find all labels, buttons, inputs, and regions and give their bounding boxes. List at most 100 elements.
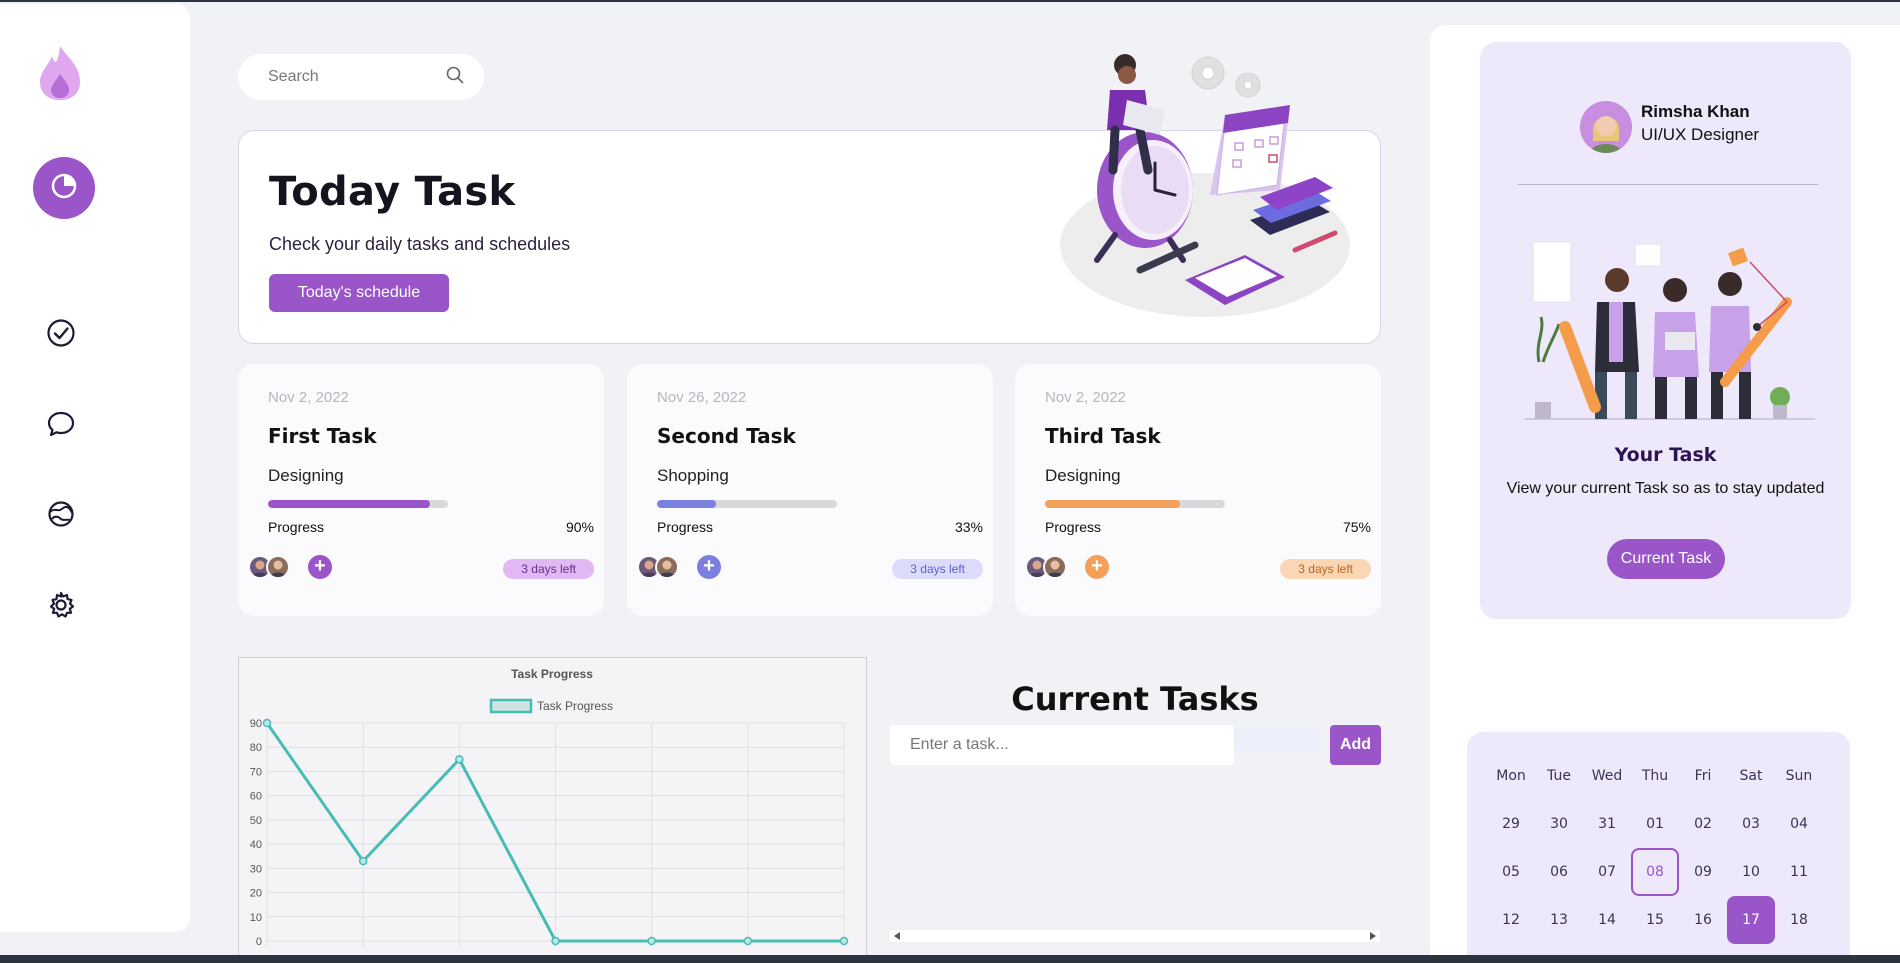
calendar-day[interactable]: 04	[1775, 800, 1823, 848]
team-illustration	[1525, 232, 1815, 422]
search-bar[interactable]	[238, 54, 484, 100]
calendar-day[interactable]: 16	[1679, 896, 1727, 944]
search-input[interactable]	[268, 68, 428, 86]
calendar-day[interactable]: 18	[1775, 896, 1823, 944]
y-tick-label: 90	[250, 718, 262, 730]
weekday-header: Mon	[1496, 768, 1526, 784]
calendar: Mon Tue Wed Thu Fri Sat Sun 29 30 31 01 02 03 04 05 06 0…	[1467, 732, 1850, 963]
page-title: Today Task	[269, 169, 516, 215]
todays-schedule-button[interactable]: Today's schedule	[269, 274, 449, 312]
calendar-day[interactable]: 11	[1775, 848, 1823, 896]
days-left-badge: 3 days left	[503, 559, 594, 579]
progress-bar	[657, 500, 837, 508]
assignee-avatars	[248, 555, 290, 579]
calendar-day[interactable]: 01	[1631, 800, 1679, 848]
calendar-day[interactable]: 12	[1487, 896, 1535, 944]
line-chart-svg: Task Progress Task Progress 0 10 20 30 40 50 6…	[250, 667, 849, 948]
calendar-day[interactable]: 29	[1487, 800, 1535, 848]
globe-icon	[46, 499, 76, 534]
calendar-day[interactable]: 14	[1583, 896, 1631, 944]
task-title: Second Task	[657, 424, 796, 448]
data-point[interactable]	[839, 936, 849, 946]
divider	[1518, 184, 1818, 185]
data-point[interactable]	[647, 936, 656, 946]
calendar-day[interactable]: 30	[1535, 800, 1583, 848]
chat-bubble-icon	[46, 409, 76, 444]
task-title: Third Task	[1045, 424, 1161, 448]
task-date: Nov 2, 2022	[1045, 389, 1126, 406]
progress-label: Progress	[1045, 519, 1102, 535]
weekday-header: Sat	[1739, 768, 1763, 784]
chart-title: Task Progress	[511, 667, 593, 681]
task-progress-chart: Task Progress Task Progress 0 10 20 30 40 50 6…	[238, 657, 867, 957]
check-circle-icon	[46, 318, 76, 353]
weekday-header: Thu	[1641, 768, 1669, 784]
calendar-day[interactable]: 31	[1583, 800, 1631, 848]
calendar-day[interactable]: 06	[1535, 848, 1583, 896]
data-point[interactable]	[262, 718, 272, 728]
task-card-second[interactable]: Nov 26, 2022 Second Task Shopping Progre…	[627, 364, 993, 616]
task-card-third[interactable]: Nov 2, 2022 Third Task Designing Progres…	[1015, 364, 1381, 616]
y-tick-label: 10	[250, 912, 262, 924]
calendar-day[interactable]: 15	[1631, 896, 1679, 944]
add-task-button[interactable]: Add	[1330, 725, 1381, 765]
task-input[interactable]	[890, 725, 1234, 765]
data-point[interactable]	[551, 936, 560, 946]
task-date: Nov 2, 2022	[268, 389, 349, 406]
calendar-day[interactable]: 02	[1679, 800, 1727, 848]
progress-bar	[268, 500, 448, 508]
top-window-border	[0, 0, 1900, 2]
y-tick-label: 0	[256, 936, 262, 948]
y-tick-label: 70	[250, 766, 262, 778]
task-category: Shopping	[657, 466, 729, 485]
flame-logo-icon[interactable]	[38, 44, 82, 102]
your-task-title: Your Task	[1614, 444, 1717, 466]
task-card-first[interactable]: Nov 2, 2022 First Task Designing Progres…	[238, 364, 604, 616]
y-tick-label: 20	[250, 888, 262, 900]
bottom-taskbar	[0, 955, 1900, 963]
calendar-day[interactable]: 09	[1679, 848, 1727, 896]
data-point[interactable]	[743, 936, 753, 946]
dashboard-nav-button[interactable]	[33, 157, 95, 219]
tasks-nav-button[interactable]	[44, 318, 78, 352]
calendar-day[interactable]: 03	[1727, 800, 1775, 848]
add-member-button[interactable]: +	[697, 555, 721, 579]
horizontal-scrollbar[interactable]	[890, 930, 1380, 942]
current-tasks-title: Current Tasks	[1011, 680, 1259, 718]
calendar-day[interactable]: 07	[1583, 848, 1631, 896]
search-icon[interactable]	[446, 66, 464, 89]
avatar[interactable]	[1580, 101, 1632, 153]
y-tick-label: 40	[250, 839, 262, 851]
progress-value: 75%	[1342, 519, 1371, 535]
task-date: Nov 26, 2022	[657, 389, 747, 406]
pie-chart-icon	[50, 172, 78, 205]
task-category: Designing	[268, 466, 344, 485]
current-task-button[interactable]: Current Task	[1607, 539, 1725, 579]
data-point[interactable]	[358, 856, 368, 866]
days-left-badge: 3 days left	[1280, 559, 1371, 579]
progress-label: Progress	[657, 519, 714, 535]
gear-icon	[46, 590, 76, 625]
progress-fill	[657, 500, 717, 508]
assignee-avatars	[1025, 555, 1067, 579]
progress-bar	[1045, 500, 1225, 508]
messages-nav-button[interactable]	[44, 409, 78, 443]
scroll-right-arrow-icon[interactable]	[1370, 932, 1376, 940]
explore-nav-button[interactable]	[44, 499, 78, 533]
calendar-day[interactable]: 13	[1535, 896, 1583, 944]
progress-fill	[268, 500, 430, 508]
settings-nav-button[interactable]	[44, 590, 78, 624]
calendar-day[interactable]: 17	[1727, 896, 1775, 944]
add-member-button[interactable]: +	[308, 555, 332, 579]
scroll-left-arrow-icon[interactable]	[894, 932, 900, 940]
data-point[interactable]	[455, 755, 464, 764]
assignee-avatars	[637, 555, 679, 579]
calendar-day[interactable]: 05	[1487, 848, 1535, 896]
calendar-day[interactable]: 10	[1727, 848, 1775, 896]
progress-value: 33%	[954, 519, 983, 535]
add-member-button[interactable]: +	[1085, 555, 1109, 579]
legend-swatch	[489, 698, 533, 714]
legend-label[interactable]: Task Progress	[537, 699, 613, 713]
profile-name: Rimsha Khan	[1641, 102, 1750, 121]
calendar-day[interactable]: 08	[1631, 848, 1679, 896]
